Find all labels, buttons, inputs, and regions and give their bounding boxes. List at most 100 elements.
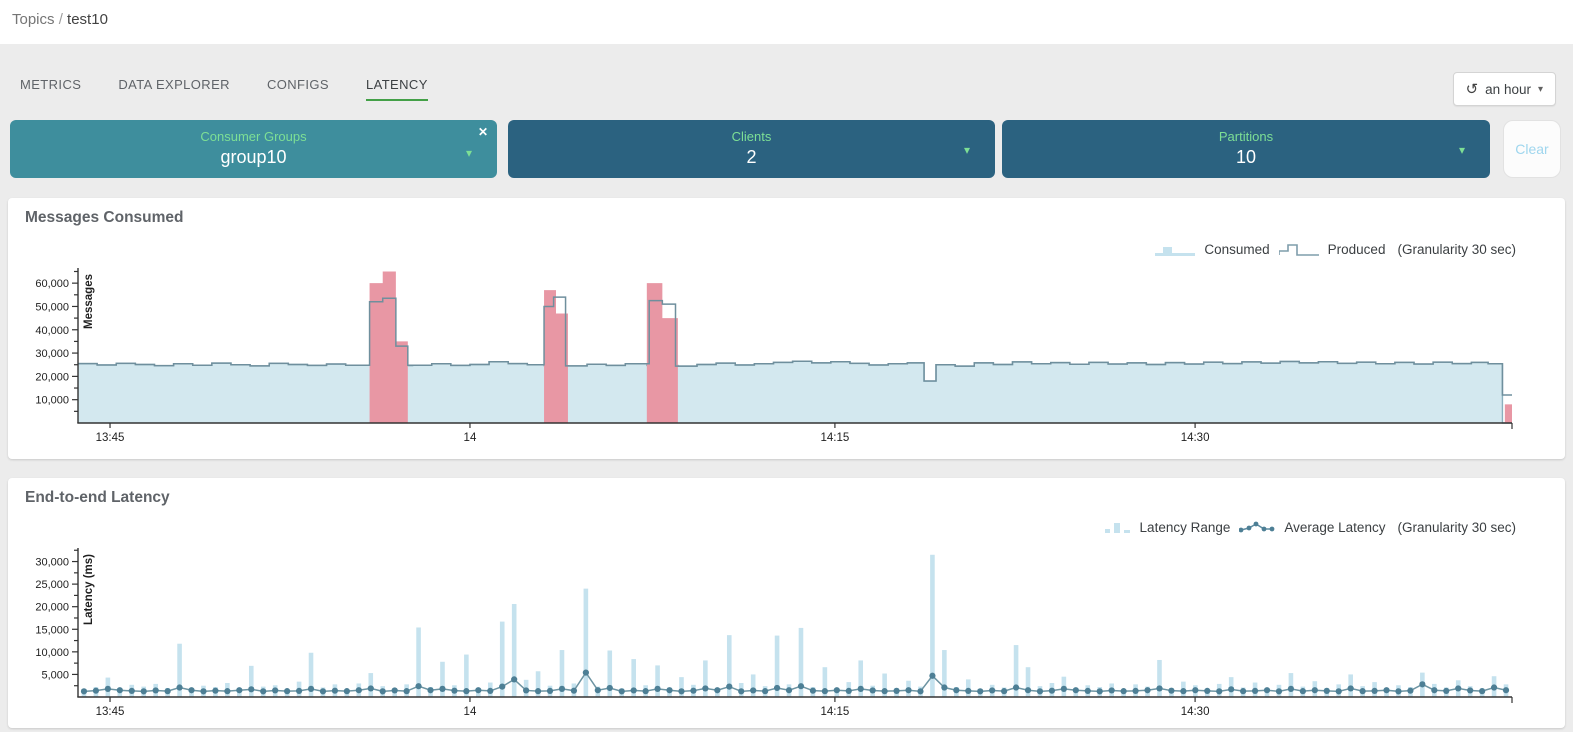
average-latency-dot (1491, 684, 1497, 690)
average-latency-line-icon (1239, 521, 1275, 535)
average-latency-dot (1216, 688, 1222, 694)
average-latency-dot (1383, 687, 1389, 693)
average-latency-dot (117, 687, 123, 693)
average-latency-dot (141, 688, 147, 694)
average-latency-dot (654, 686, 660, 692)
chevron-down-icon: ▾ (964, 143, 970, 157)
average-latency-dot (905, 687, 911, 693)
average-latency-dot (511, 676, 517, 682)
tab-latency[interactable]: LATENCY (366, 77, 428, 101)
average-latency-dot (774, 685, 780, 691)
average-latency-dot (356, 687, 362, 693)
latency-range-bar (584, 589, 589, 697)
x-tick-label: 14 (464, 432, 477, 444)
average-latency-dot (1013, 684, 1019, 690)
average-latency-dot (93, 688, 99, 694)
average-latency-dot (1300, 688, 1306, 694)
legend-label-average-latency: Average Latency (1284, 520, 1385, 535)
consumer-groups-dropdown[interactable]: Consumer Groups group10 ✕ ▾ (10, 120, 497, 178)
average-latency-dot (643, 688, 649, 694)
average-latency-dot (1192, 687, 1198, 693)
y-tick-label: 20,000 (35, 371, 69, 383)
partitions-label: Partitions (1002, 120, 1490, 144)
x-tick-label: 14 (464, 706, 477, 718)
average-latency-dot (1455, 685, 1461, 691)
legend-label-produced: Produced (1328, 242, 1386, 257)
latency-range-bar (512, 604, 517, 697)
average-latency-dot (392, 687, 398, 693)
breadcrumb-topics-link[interactable]: Topics (12, 11, 55, 28)
average-latency-dot (714, 687, 720, 693)
average-latency-dot (1264, 687, 1270, 693)
latency-chart-legend: Latency Range Average Latency (Granulari… (1105, 520, 1516, 535)
partitions-value: 10 (1002, 147, 1490, 168)
time-range-button[interactable]: ↺ an hour ▾ (1453, 72, 1556, 106)
x-tick-label: 14:15 (821, 432, 850, 444)
partitions-dropdown[interactable]: Partitions 10 ▾ (1002, 120, 1490, 178)
end-to-end-latency-card: End-to-end Latency Latency Range Average… (8, 478, 1565, 728)
average-latency-dot (1288, 686, 1294, 692)
average-latency-dot (284, 688, 290, 694)
tab-data-explorer[interactable]: DATA EXPLORER (118, 77, 230, 101)
close-icon[interactable]: ✕ (478, 125, 488, 139)
average-latency-dot (1395, 688, 1401, 694)
average-latency-dot (834, 687, 840, 693)
average-latency-dot (1407, 688, 1413, 694)
tab-metrics[interactable]: METRICS (20, 77, 81, 101)
clear-filters-button[interactable]: Clear (1503, 120, 1561, 178)
average-latency-dot (1121, 688, 1127, 694)
average-latency-dot (475, 687, 481, 693)
average-latency-dot (320, 688, 326, 694)
average-latency-dot (929, 673, 935, 679)
average-latency-dot (607, 685, 613, 691)
x-tick-label: 14:15 (821, 706, 850, 718)
average-latency-dot (1097, 688, 1103, 694)
average-latency-dot (463, 688, 469, 694)
average-latency-dot (666, 687, 672, 693)
average-latency-dot (1085, 688, 1091, 694)
y-tick-label: 15,000 (35, 624, 69, 636)
average-latency-dot (105, 686, 111, 692)
tab-configs[interactable]: CONFIGS (267, 77, 329, 101)
average-latency-dot (224, 688, 230, 694)
latency-range-bar (655, 665, 660, 697)
average-latency-dot (619, 688, 625, 694)
average-latency-dot (1503, 687, 1509, 693)
y-tick-label: 30,000 (35, 348, 69, 360)
breadcrumb: Topics / test10 (12, 11, 108, 28)
y-tick-label: 10,000 (35, 395, 69, 407)
y-tick-label: 30,000 (35, 557, 69, 569)
average-latency-dot (1336, 688, 1342, 694)
average-latency-dot (1109, 687, 1115, 693)
clients-dropdown[interactable]: Clients 2 ▾ (508, 120, 995, 178)
average-latency-dot (822, 688, 828, 694)
average-latency-dot (1049, 688, 1055, 694)
x-tick-label: 14:30 (1181, 706, 1210, 718)
x-tick-label: 13:45 (96, 432, 125, 444)
latency-range-bar (751, 674, 756, 697)
average-latency-dot (690, 688, 696, 694)
clients-label: Clients (508, 120, 995, 144)
average-latency-dot (798, 683, 804, 689)
average-latency-dot (1168, 688, 1174, 694)
latency-range-bar (1289, 673, 1294, 697)
average-latency-dot (965, 688, 971, 694)
average-latency-dot (344, 688, 350, 694)
y-tick-label: 40,000 (35, 325, 69, 337)
average-latency-dot (762, 688, 768, 694)
average-latency-dot (953, 687, 959, 693)
average-latency-dot (523, 687, 529, 693)
average-latency-dot (1132, 688, 1138, 694)
average-latency-dot (439, 686, 445, 692)
average-latency-dot (917, 688, 923, 694)
average-latency-dot (1228, 686, 1234, 692)
average-latency-dot (1467, 687, 1473, 693)
average-latency-dot (750, 687, 756, 693)
average-latency-dot (176, 684, 182, 690)
average-latency-dot (858, 686, 864, 692)
average-latency-dot (212, 688, 218, 694)
average-latency-dot (1073, 687, 1079, 693)
y-tick-label: 25,000 (35, 579, 69, 591)
average-latency-dot (846, 688, 852, 694)
x-tick-label: 13:45 (96, 706, 125, 718)
